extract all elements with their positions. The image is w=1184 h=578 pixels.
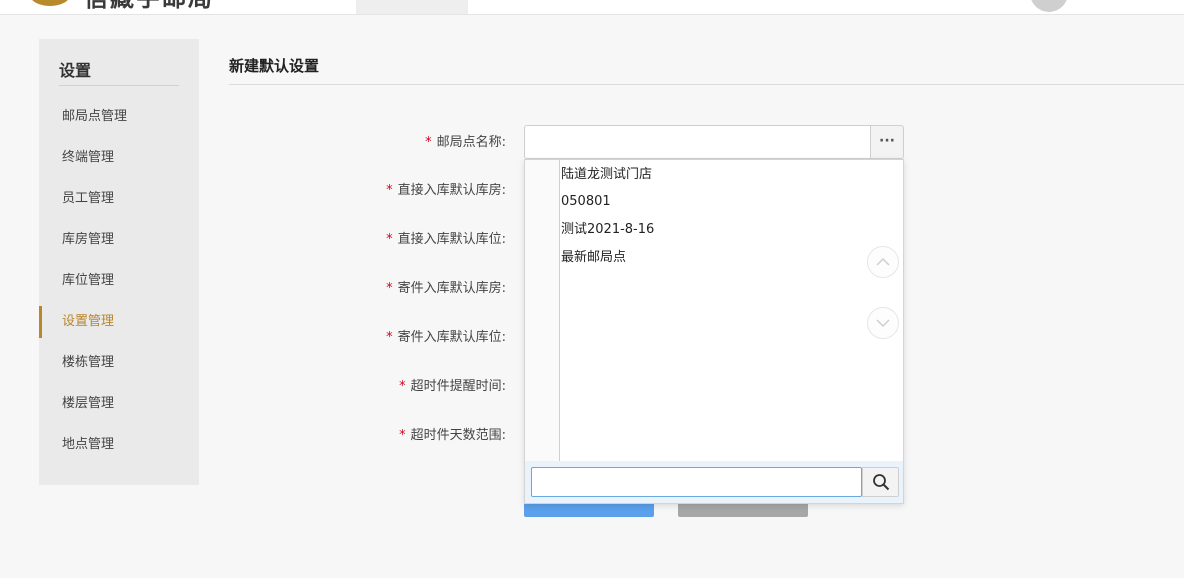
field-label-send-slot: * 寄件入库默认库位: <box>386 330 506 345</box>
required-mark: * <box>399 428 406 443</box>
sidebar-title: 设置 <box>59 61 92 80</box>
dropdown-search-input[interactable] <box>531 467 862 497</box>
sidebar-item-warehouse[interactable]: 库房管理 <box>39 224 199 256</box>
required-mark: * <box>425 135 432 150</box>
sidebar-item-location[interactable]: 地点管理 <box>39 429 199 461</box>
title-divider <box>229 84 1184 85</box>
chevron-down-icon <box>876 319 890 328</box>
page-title: 新建默认设置 <box>229 57 320 75</box>
field-label-overdue-range: * 超时件天数范围: <box>399 428 506 443</box>
field-label-direct-warehouse: * 直接入库默认库房: <box>386 183 506 198</box>
required-mark: * <box>386 183 393 198</box>
dropdown-option[interactable]: 050801 <box>561 191 861 213</box>
app-title: 信藏宇邮局 <box>84 0 214 12</box>
search-icon <box>873 474 890 491</box>
sidebar-divider <box>59 85 179 86</box>
dropdown-option[interactable]: 最新邮局点 <box>561 247 861 269</box>
sidebar-item-post-office[interactable]: 邮局点管理 <box>39 101 199 133</box>
required-mark: * <box>386 232 393 247</box>
post-office-name-input[interactable] <box>524 125 870 159</box>
sidebar-item-settings[interactable]: 设置管理 <box>39 306 199 338</box>
top-tab[interactable] <box>356 0 468 14</box>
dropdown-option[interactable]: 陆道龙测试门店 <box>561 164 861 186</box>
field-label-send-warehouse: * 寄件入库默认库房: <box>386 281 506 296</box>
avatar[interactable] <box>1030 0 1068 12</box>
sidebar-item-storage-slot[interactable]: 库位管理 <box>39 265 199 297</box>
required-mark: * <box>399 379 406 394</box>
sidebar-item-terminal[interactable]: 终端管理 <box>39 142 199 174</box>
more-options-button[interactable]: ··· <box>870 125 904 159</box>
chevron-up-icon <box>876 257 890 266</box>
sidebar: 设置 邮局点管理 终端管理 员工管理 库房管理 库位管理 设置管理 楼栋管理 楼… <box>39 39 199 485</box>
dropdown-option[interactable]: 测试2021-8-16 <box>561 219 861 241</box>
dropdown-gutter <box>525 160 560 461</box>
field-label-overdue-reminder: * 超时件提醒时间: <box>399 379 506 394</box>
logo-mark-icon <box>30 0 70 6</box>
required-mark: * <box>386 281 393 296</box>
required-mark: * <box>386 330 393 345</box>
scroll-up-button[interactable] <box>867 246 899 278</box>
dropdown-search-button[interactable] <box>862 467 899 497</box>
top-bar: 信藏宇邮局 <box>0 0 1184 15</box>
field-label-post-office-name: * 邮局点名称: <box>425 135 506 150</box>
sidebar-item-building[interactable]: 楼栋管理 <box>39 347 199 379</box>
scroll-down-button[interactable] <box>867 307 899 339</box>
sidebar-item-floor[interactable]: 楼层管理 <box>39 388 199 420</box>
field-label-direct-slot: * 直接入库默认库位: <box>386 232 506 247</box>
post-office-dropdown: 陆道龙测试门店 050801 测试2021-8-16 最新邮局点 <box>524 159 904 504</box>
sidebar-item-staff[interactable]: 员工管理 <box>39 183 199 215</box>
